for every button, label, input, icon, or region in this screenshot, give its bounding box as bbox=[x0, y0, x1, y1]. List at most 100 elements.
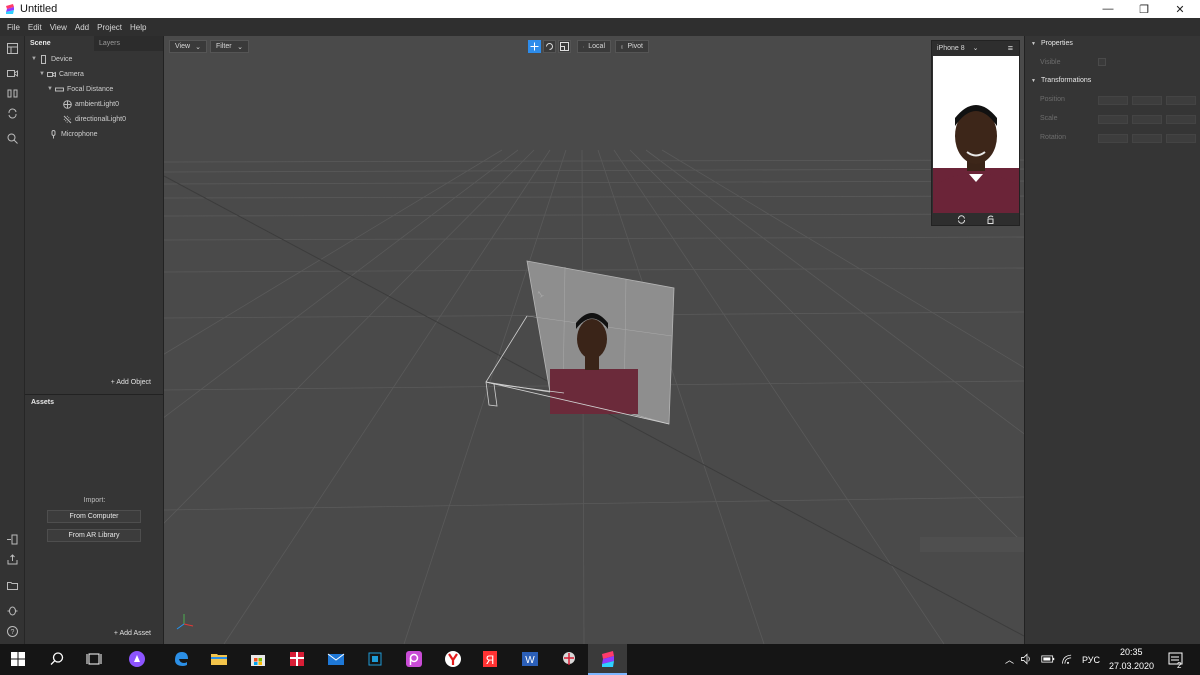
network-app-icon[interactable] bbox=[559, 649, 579, 669]
menu-view[interactable]: View bbox=[50, 23, 67, 32]
scale-z-input[interactable] bbox=[1166, 115, 1196, 124]
tree-item-device[interactable]: ▼ Device bbox=[31, 53, 72, 65]
position-z-input[interactable] bbox=[1166, 96, 1196, 105]
chevron-down-icon: ⌄ bbox=[237, 43, 243, 51]
task-view-icon[interactable] bbox=[84, 649, 104, 669]
export-icon[interactable] bbox=[6, 553, 19, 566]
preview-footer bbox=[932, 213, 1019, 226]
menu-bar: File Edit View Add Project Help bbox=[0, 18, 1200, 36]
visible-checkbox[interactable] bbox=[1098, 58, 1106, 66]
from-computer-button[interactable]: From Computer bbox=[47, 510, 141, 523]
bug-icon[interactable] bbox=[6, 604, 19, 617]
position-x-input[interactable] bbox=[1098, 96, 1128, 105]
file-explorer-icon[interactable] bbox=[209, 649, 229, 669]
notifications-icon[interactable] bbox=[1166, 650, 1186, 670]
import-device-icon[interactable] bbox=[6, 533, 19, 546]
scale-fields bbox=[1098, 115, 1196, 124]
tab-scene[interactable]: Scene bbox=[25, 36, 94, 51]
scene-panel: Scene Layers ▼ Device ▼ Camera ▼ Focal D… bbox=[25, 36, 164, 394]
camera-video-icon[interactable] bbox=[6, 67, 19, 80]
scale-tool-button[interactable] bbox=[558, 40, 571, 53]
device-select[interactable]: iPhone 8 bbox=[937, 45, 965, 52]
view-dropdown[interactable]: View ⌄ bbox=[169, 40, 207, 53]
chevron-down-icon[interactable]: ⌄ bbox=[973, 44, 979, 52]
rotation-x-input[interactable] bbox=[1098, 134, 1128, 143]
expand-arrow-icon[interactable]: ▼ bbox=[31, 56, 39, 62]
word-icon[interactable]: W bbox=[520, 649, 540, 669]
columns-icon[interactable] bbox=[6, 87, 19, 100]
wifi-icon[interactable] bbox=[1061, 652, 1075, 666]
rotation-y-input[interactable] bbox=[1132, 134, 1162, 143]
language-indicator[interactable]: РУС bbox=[1082, 655, 1100, 665]
transformations-section[interactable]: ▼ Transformations bbox=[1031, 77, 1091, 84]
windows-start-icon[interactable] bbox=[8, 649, 28, 669]
from-ar-library-button[interactable]: From AR Library bbox=[47, 529, 141, 542]
clock-time[interactable]: 20:35 bbox=[1120, 647, 1143, 657]
menu-file[interactable]: File bbox=[7, 23, 20, 32]
rotate-device-icon[interactable] bbox=[986, 215, 995, 224]
folder-icon[interactable] bbox=[6, 579, 19, 592]
tray-overflow-icon[interactable]: ︿ bbox=[1005, 653, 1014, 666]
app-blue-square-icon[interactable] bbox=[365, 649, 385, 669]
pivot-toggle[interactable]: Pivot bbox=[615, 40, 649, 53]
filter-dropdown-label: Filter bbox=[216, 43, 232, 50]
yandex-browser-icon[interactable] bbox=[443, 649, 463, 669]
alice-assistant-icon[interactable] bbox=[127, 649, 147, 669]
move-icon bbox=[530, 42, 539, 51]
properties-title: Properties bbox=[1040, 40, 1073, 47]
refresh-icon[interactable] bbox=[6, 107, 19, 120]
pivot-label: Pivot bbox=[627, 43, 643, 50]
scene-tabs: Scene Layers bbox=[25, 36, 163, 51]
expand-arrow-icon[interactable]: ▼ bbox=[39, 71, 47, 77]
filter-dropdown[interactable]: Filter ⌄ bbox=[210, 40, 249, 53]
menu-project[interactable]: Project bbox=[97, 23, 122, 32]
move-tool-button[interactable] bbox=[528, 40, 541, 53]
battery-icon[interactable] bbox=[1041, 652, 1055, 666]
scale-x-input[interactable] bbox=[1098, 115, 1128, 124]
spark-ar-taskbar-icon[interactable] bbox=[598, 649, 618, 669]
tree-item-focal-distance[interactable]: ▼ Focal Distance bbox=[47, 83, 113, 95]
tree-item-ambient-light[interactable]: ambientLight0 bbox=[63, 98, 119, 110]
zoom-icon[interactable] bbox=[6, 132, 19, 145]
scene-viewport[interactable]: 1 View ⌄ Filter ⌄ Local Pivot iPhone 8 ⌄… bbox=[164, 36, 1024, 644]
minimize-button[interactable]: — bbox=[1090, 0, 1126, 18]
tab-layers[interactable]: Layers bbox=[94, 36, 163, 51]
picsart-icon[interactable] bbox=[404, 649, 424, 669]
collapse-triangle-icon: ▼ bbox=[1031, 77, 1036, 84]
properties-panel: ▼ Properties Visible ▼ Transformations P… bbox=[1024, 36, 1200, 644]
clock-date[interactable]: 27.03.2020 bbox=[1109, 661, 1154, 671]
add-asset-button[interactable]: + Add Asset bbox=[114, 630, 151, 637]
edge-browser-icon[interactable] bbox=[171, 649, 191, 669]
position-label: Position bbox=[1040, 96, 1065, 103]
menu-help[interactable]: Help bbox=[130, 23, 146, 32]
menu-add[interactable]: Add bbox=[75, 23, 89, 32]
tree-item-camera[interactable]: ▼ Camera bbox=[39, 68, 84, 80]
preview-screen bbox=[933, 56, 1019, 213]
rotation-z-input[interactable] bbox=[1166, 134, 1196, 143]
assets-title: Assets bbox=[31, 399, 54, 406]
position-y-input[interactable] bbox=[1132, 96, 1162, 105]
local-toggle[interactable]: Local bbox=[577, 40, 611, 53]
tree-item-label: Device bbox=[51, 55, 73, 63]
mail-icon[interactable] bbox=[326, 649, 346, 669]
menu-edit[interactable]: Edit bbox=[28, 23, 42, 32]
store-icon[interactable] bbox=[248, 649, 268, 669]
volume-icon[interactable] bbox=[1020, 652, 1034, 666]
maximize-button[interactable]: ❐ bbox=[1126, 0, 1162, 18]
expand-arrow-icon[interactable]: ▼ bbox=[47, 86, 55, 92]
properties-section[interactable]: ▼ Properties bbox=[1031, 40, 1073, 47]
layout-icon[interactable] bbox=[6, 42, 19, 55]
switch-camera-icon[interactable] bbox=[957, 215, 966, 224]
rotate-tool-button[interactable] bbox=[543, 40, 556, 53]
tree-item-directional-light[interactable]: directionalLight0 bbox=[63, 113, 126, 125]
help-icon[interactable]: ? bbox=[6, 625, 19, 638]
preview-menu-icon[interactable]: ≡ bbox=[1008, 43, 1013, 53]
add-object-button[interactable]: + Add Object bbox=[111, 379, 151, 386]
scale-y-input[interactable] bbox=[1132, 115, 1162, 124]
close-button[interactable]: ✕ bbox=[1162, 0, 1198, 18]
yandex-icon[interactable]: Я bbox=[480, 649, 500, 669]
search-icon[interactable] bbox=[47, 649, 67, 669]
gift-app-icon[interactable] bbox=[287, 649, 307, 669]
tree-item-microphone[interactable]: Microphone bbox=[49, 128, 98, 140]
microphone-icon bbox=[51, 129, 56, 138]
